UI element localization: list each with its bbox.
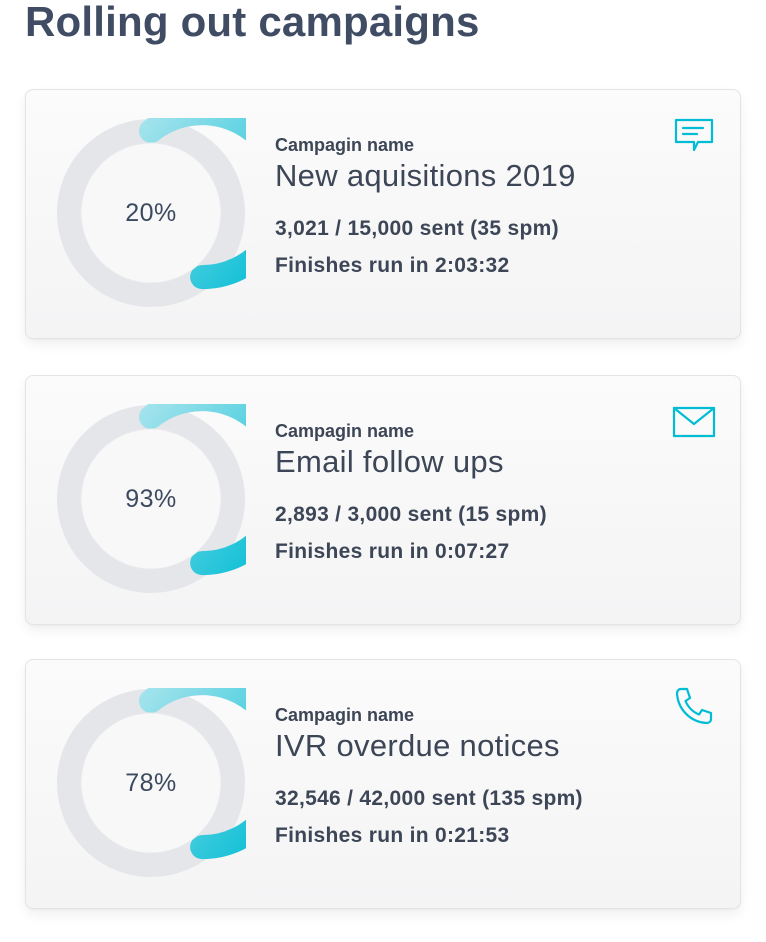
sent-count: 2,893 / 3,000 sent (15 spm) <box>275 503 547 526</box>
campaign-name[interactable]: New aquisitions 2019 <box>275 158 576 194</box>
chat-message-icon <box>672 116 716 156</box>
campaign-info: Campagin name IVR overdue notices 32,546… <box>275 704 583 849</box>
campaign-name[interactable]: Email follow ups <box>275 444 547 480</box>
sent-count: 32,546 / 42,000 sent (135 spm) <box>275 787 583 810</box>
campaign-name-label: Campagin name <box>275 135 415 155</box>
sent-count: 3,021 / 15,000 sent (35 spm) <box>275 217 559 240</box>
campaign-name-label: Campagin name <box>275 421 415 441</box>
campaign-info: Campagin name Email follow ups 2,893 / 3… <box>275 420 547 565</box>
finish-time: Finishes run in 0:21:53 <box>275 824 510 847</box>
campaign-info: Campagin name New aquisitions 2019 3,021… <box>275 134 576 279</box>
progress-percent: 78% <box>125 768 177 797</box>
page-title: Rolling out campaigns <box>25 0 480 45</box>
campaign-card[interactable]: 20% Campagin name New aquisitions 2019 3… <box>25 89 741 339</box>
finish-time: Finishes run in 2:03:32 <box>275 254 510 277</box>
campaign-name-label: Campagin name <box>275 705 415 725</box>
campaign-card[interactable]: 78% Campagin name IVR overdue notices 32… <box>25 659 741 909</box>
finish-time: Finishes run in 0:07:27 <box>275 540 510 563</box>
campaign-name[interactable]: IVR overdue notices <box>275 728 583 764</box>
email-icon <box>672 402 716 442</box>
phone-icon <box>672 686 716 726</box>
progress-percent: 20% <box>125 198 177 227</box>
campaign-card[interactable]: 93% Campagin name Email follow ups 2,893… <box>25 375 741 625</box>
progress-percent: 93% <box>125 484 177 513</box>
